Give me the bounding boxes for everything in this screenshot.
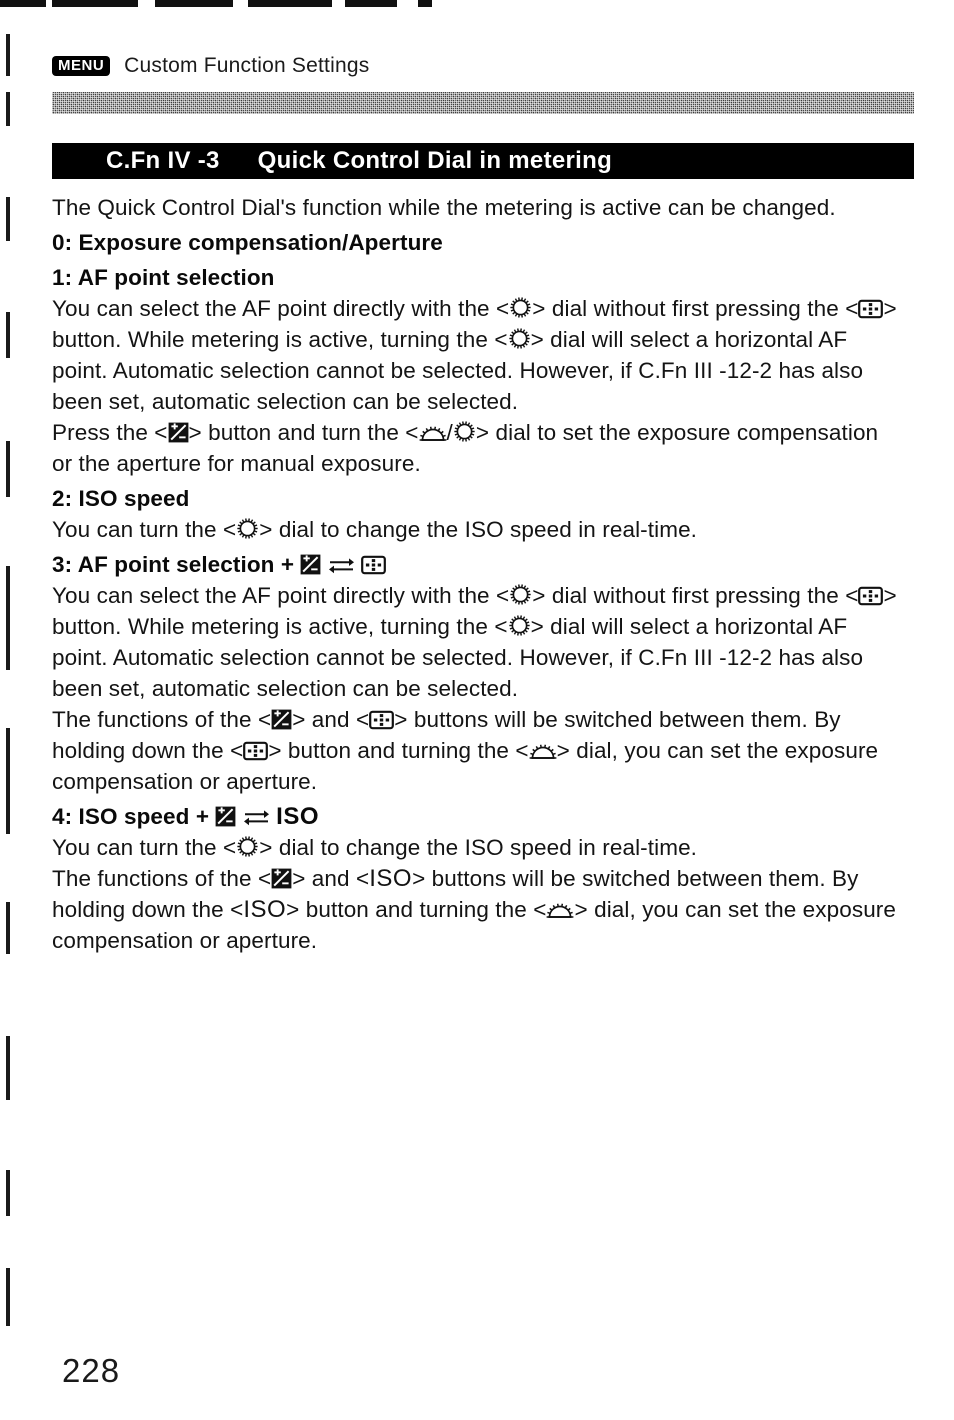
af-point-selection-button-icon [369, 710, 395, 730]
af-point-selection-button-icon [858, 299, 884, 319]
custom-function-title-bar: C.Fn IV -3 Quick Control Dial in meterin… [52, 143, 914, 179]
iso-button-label: ISO [276, 803, 320, 830]
main-dial-icon [419, 423, 447, 443]
iso-button-label: ISO [243, 896, 287, 923]
option-heading-option-0: 0: Exposure compensation/Aperture [52, 230, 443, 255]
quick-control-dial-icon [509, 296, 532, 319]
option-paragraph-option-4-para-2: The functions of the < > and <ISO> button… [52, 865, 897, 953]
page-number: 228 [62, 1352, 121, 1389]
quick-control-dial-icon [509, 583, 532, 606]
quick-control-dial-icon [236, 835, 259, 858]
option-paragraph-option-2-para-1: You can turn the < > dial to change the I… [52, 517, 698, 542]
exposure-compensation-button-icon [168, 422, 189, 443]
iso-button-label: ISO [369, 865, 413, 892]
header-separator-bar [52, 92, 914, 114]
intro-paragraph: The Quick Control Dial's function while … [52, 195, 836, 220]
menu-badge-icon: MENU [52, 56, 111, 76]
quick-control-dial-icon [453, 420, 476, 443]
quick-control-dial-icon [508, 327, 531, 350]
exposure-compensation-button-icon [271, 709, 292, 730]
option-heading-option-4: 4: ISO speed + ISO [52, 803, 320, 830]
option-paragraph-option-3-para-2: The functions of the < > and < > buttons w… [52, 707, 879, 794]
quick-control-dial-icon [508, 614, 531, 637]
exposure-compensation-button-icon [271, 868, 292, 889]
af-point-selection-button-icon [361, 555, 387, 575]
running-header: MENU Custom Function Settings [52, 54, 369, 78]
option-paragraph-option-1-para-2: Press the < > button and turn the < / > dia… [52, 420, 879, 476]
option-heading-option-1: 1: AF point selection [52, 265, 275, 290]
manual-page: MENU Custom Function Settings C.Fn IV -3… [0, 0, 954, 1420]
custom-function-body: The Quick Control Dial's function while … [52, 192, 932, 956]
option-list: 0: Exposure compensation/Aperture 1: AF p… [52, 227, 932, 956]
option-paragraph-option-1-para-1: You can select the AF point directly wit… [52, 296, 897, 414]
custom-function-code: C.Fn IV -3 [106, 147, 220, 174]
af-point-selection-button-icon [243, 741, 269, 761]
main-dial-icon [546, 900, 574, 920]
option-paragraph-option-4-para-1: You can turn the < > dial to change the I… [52, 835, 698, 860]
running-header-title: Custom Function Settings [124, 54, 370, 77]
option-heading-option-3: 3: AF point selection + [52, 549, 932, 580]
swap-arrows-icon [243, 808, 270, 827]
quick-control-dial-icon [236, 517, 259, 540]
custom-function-name: Quick Control Dial in metering [257, 147, 613, 174]
option-heading-option-2: 2: ISO speed [52, 486, 190, 511]
af-point-selection-button-icon [858, 586, 884, 606]
exposure-compensation-button-icon [300, 554, 321, 575]
option-paragraph-option-3-para-1: You can select the AF point directly wit… [52, 583, 897, 701]
exposure-compensation-button-icon [215, 806, 236, 827]
main-dial-icon [529, 741, 557, 761]
swap-arrows-icon [328, 556, 355, 575]
